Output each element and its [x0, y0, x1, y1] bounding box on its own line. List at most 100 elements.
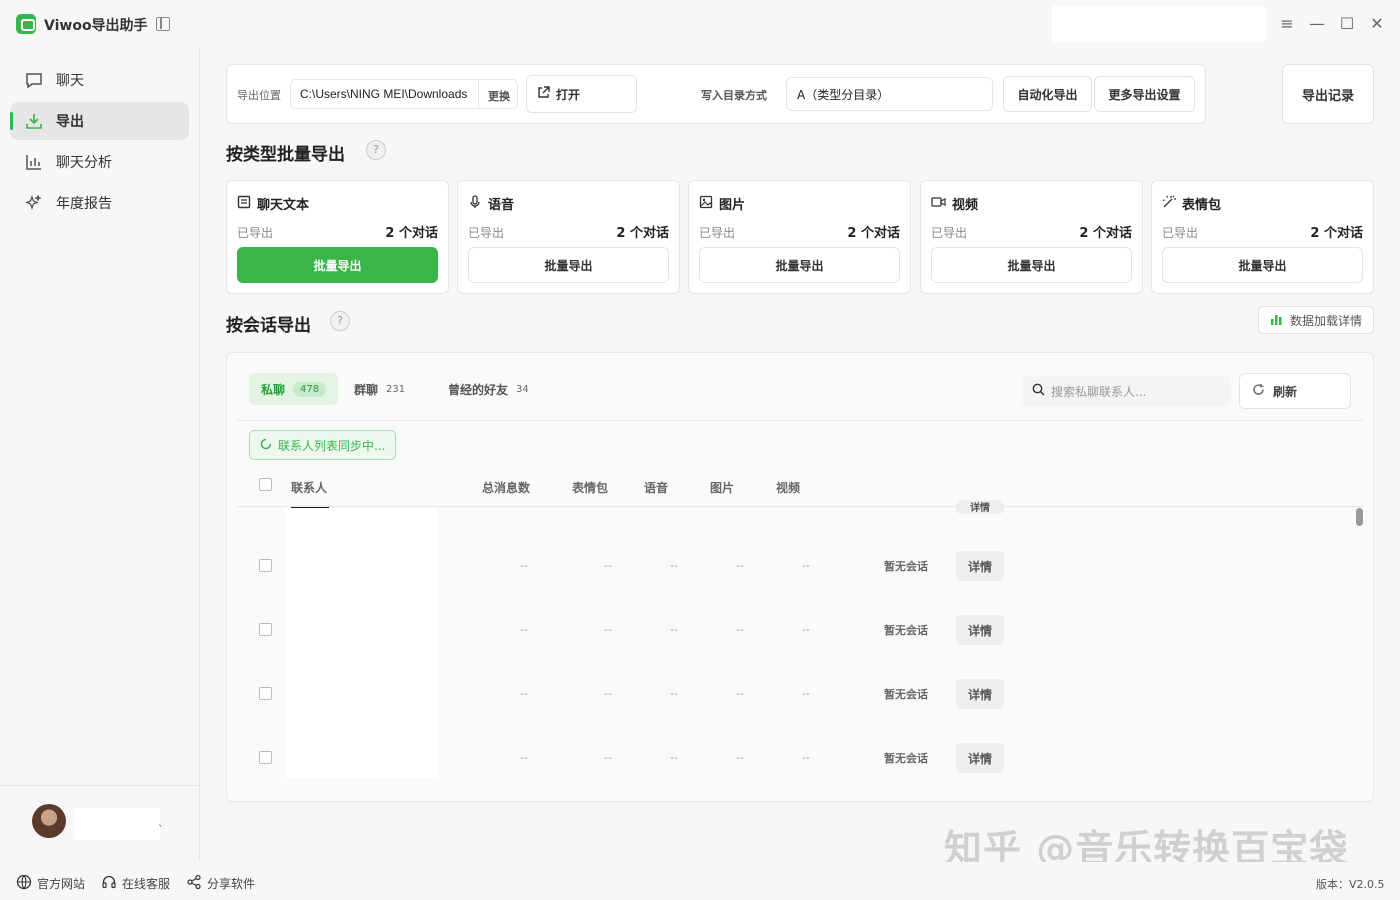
sidebar-item-chat-analysis[interactable]: 聊天分析: [10, 143, 189, 181]
conversation-count: 2 个对话: [616, 226, 669, 241]
version-label: 版本：V2.0.5: [1316, 878, 1385, 891]
online-support-label: 在线客服: [122, 877, 171, 891]
type-card-name: 语音: [488, 198, 515, 213]
column-header-video[interactable]: 视频: [776, 479, 800, 496]
table-row[interactable]: -- -- -- -- -- 暂无会话 详情: [237, 604, 1347, 658]
sidebar-item-label: 聊天: [56, 73, 84, 89]
export-history-button[interactable]: 导出记录: [1282, 64, 1374, 124]
detail-button[interactable]: 详情: [956, 743, 1004, 773]
batch-export-button[interactable]: 批量导出: [1162, 247, 1363, 283]
close-icon[interactable]: ✕: [1365, 12, 1389, 36]
table-row[interactable]: -- -- -- -- -- 暂无会话 详情: [237, 732, 1347, 786]
help-icon[interactable]: ?: [330, 311, 350, 331]
help-icon[interactable]: ?: [366, 140, 386, 160]
column-header-contact[interactable]: 联系人: [291, 479, 327, 496]
maximize-icon[interactable]: ☐: [1335, 12, 1359, 36]
detail-button[interactable]: 详情: [956, 551, 1004, 581]
batch-export-title: 按类型批量导出: [226, 145, 345, 165]
mic-icon: [468, 194, 482, 213]
tab-count: 231: [386, 383, 406, 395]
data-load-details-button[interactable]: 数据加载详情: [1258, 306, 1374, 334]
batch-export-button[interactable]: 批量导出: [468, 247, 669, 283]
detail-button-partial[interactable]: 详情: [956, 500, 1004, 514]
export-location-label: 导出位置: [237, 89, 281, 102]
bar-chart-icon: [1270, 313, 1284, 328]
online-support-link[interactable]: 在线客服: [101, 874, 170, 893]
column-header-stickers[interactable]: 表情包: [572, 479, 608, 496]
session-status: 暂无会话: [884, 688, 928, 701]
share-icon: [186, 874, 202, 893]
row-checkbox[interactable]: [259, 687, 272, 700]
video-cell: --: [802, 687, 810, 700]
auto-export-button[interactable]: 自动化导出: [1003, 76, 1092, 112]
dir-mode-select[interactable]: A（类型分目录）: [786, 77, 993, 111]
sidebar-toggle-icon[interactable]: [156, 17, 170, 31]
type-card-text: 聊天文本 已导出 2 个对话 批量导出: [226, 180, 449, 294]
detail-button[interactable]: 详情: [956, 679, 1004, 709]
sidebar-item-chat[interactable]: 聊天: [10, 61, 189, 99]
exported-label: 已导出: [468, 226, 505, 240]
video-cell: --: [802, 559, 810, 572]
type-card-name: 聊天文本: [257, 198, 310, 213]
conversation-count: 2 个对话: [385, 226, 438, 241]
tab-private-chat[interactable]: 私聊 478: [249, 373, 339, 405]
share-software-label: 分享软件: [207, 877, 256, 891]
batch-export-button[interactable]: 批量导出: [237, 247, 438, 283]
column-header-image[interactable]: 图片: [710, 479, 734, 496]
magic-wand-icon: [1162, 195, 1176, 213]
avatar[interactable]: [32, 804, 66, 838]
search-input[interactable]: 搜索私聊联系人...: [1022, 376, 1230, 406]
minimize-icon[interactable]: —: [1305, 12, 1329, 36]
batch-export-button[interactable]: 批量导出: [699, 247, 900, 283]
row-checkbox[interactable]: [259, 559, 272, 572]
chevron-icon[interactable]: ˎ: [158, 814, 164, 827]
detail-button[interactable]: 详情: [956, 615, 1004, 645]
divider: [237, 506, 1363, 507]
bar-chart-icon: [24, 152, 44, 172]
voice-cell: --: [670, 559, 678, 572]
voice-cell: --: [670, 751, 678, 764]
share-software-link[interactable]: 分享软件: [186, 874, 255, 893]
table-row[interactable]: -- -- -- -- -- 暂无会话 详情: [237, 668, 1347, 722]
tab-label: 群聊: [354, 382, 379, 397]
user-name-area[interactable]: [74, 808, 160, 840]
total-messages-cell: --: [520, 623, 528, 636]
tab-former-friends[interactable]: 曾经的好友 34: [436, 373, 541, 405]
type-card-name: 图片: [719, 198, 746, 213]
column-header-total-messages[interactable]: 总消息数: [482, 479, 530, 496]
refresh-label: 刷新: [1273, 384, 1298, 399]
sidebar-item-label: 年度报告: [56, 196, 112, 212]
tab-count: 478: [293, 381, 327, 397]
sync-status-badge: 联系人列表同步中...: [249, 430, 396, 460]
column-header-voice[interactable]: 语音: [644, 479, 668, 496]
search-placeholder: 搜索私聊联系人...: [1051, 384, 1147, 399]
video-cell: --: [802, 623, 810, 636]
batch-export-button[interactable]: 批量导出: [931, 247, 1132, 283]
refresh-icon: [1252, 383, 1265, 399]
session-status: 暂无会话: [884, 752, 928, 765]
table-row[interactable]: -- -- -- -- -- 暂无会话 详情: [237, 540, 1347, 594]
more-export-settings-button[interactable]: 更多导出设置: [1094, 76, 1195, 112]
refresh-button[interactable]: 刷新: [1239, 373, 1351, 409]
conversation-count: 2 个对话: [1079, 226, 1132, 241]
globe-icon: [16, 874, 32, 893]
type-card-video: 视频 已导出 2 个对话 批量导出: [920, 180, 1143, 294]
sidebar-item-export[interactable]: 导出: [10, 102, 189, 140]
row-checkbox[interactable]: [259, 623, 272, 636]
session-status: 暂无会话: [884, 624, 928, 637]
tab-count: 34: [516, 383, 529, 395]
divider: [478, 80, 479, 108]
official-website-link[interactable]: 官方网站: [16, 874, 85, 893]
open-folder-button[interactable]: 打开: [526, 75, 637, 113]
change-path-button[interactable]: 更换: [488, 88, 510, 104]
scrollbar-thumb[interactable]: [1356, 508, 1363, 526]
sidebar-item-annual-report[interactable]: 年度报告: [10, 184, 189, 222]
type-card-name: 表情包: [1182, 198, 1222, 213]
total-messages-cell: --: [520, 559, 528, 572]
data-load-details-label: 数据加载详情: [1289, 313, 1362, 328]
tab-group-chat[interactable]: 群聊 231: [342, 373, 417, 405]
row-checkbox[interactable]: [259, 751, 272, 764]
select-all-checkbox[interactable]: [259, 478, 272, 491]
menu-icon[interactable]: ≡: [1275, 12, 1299, 36]
total-messages-cell: --: [520, 687, 528, 700]
